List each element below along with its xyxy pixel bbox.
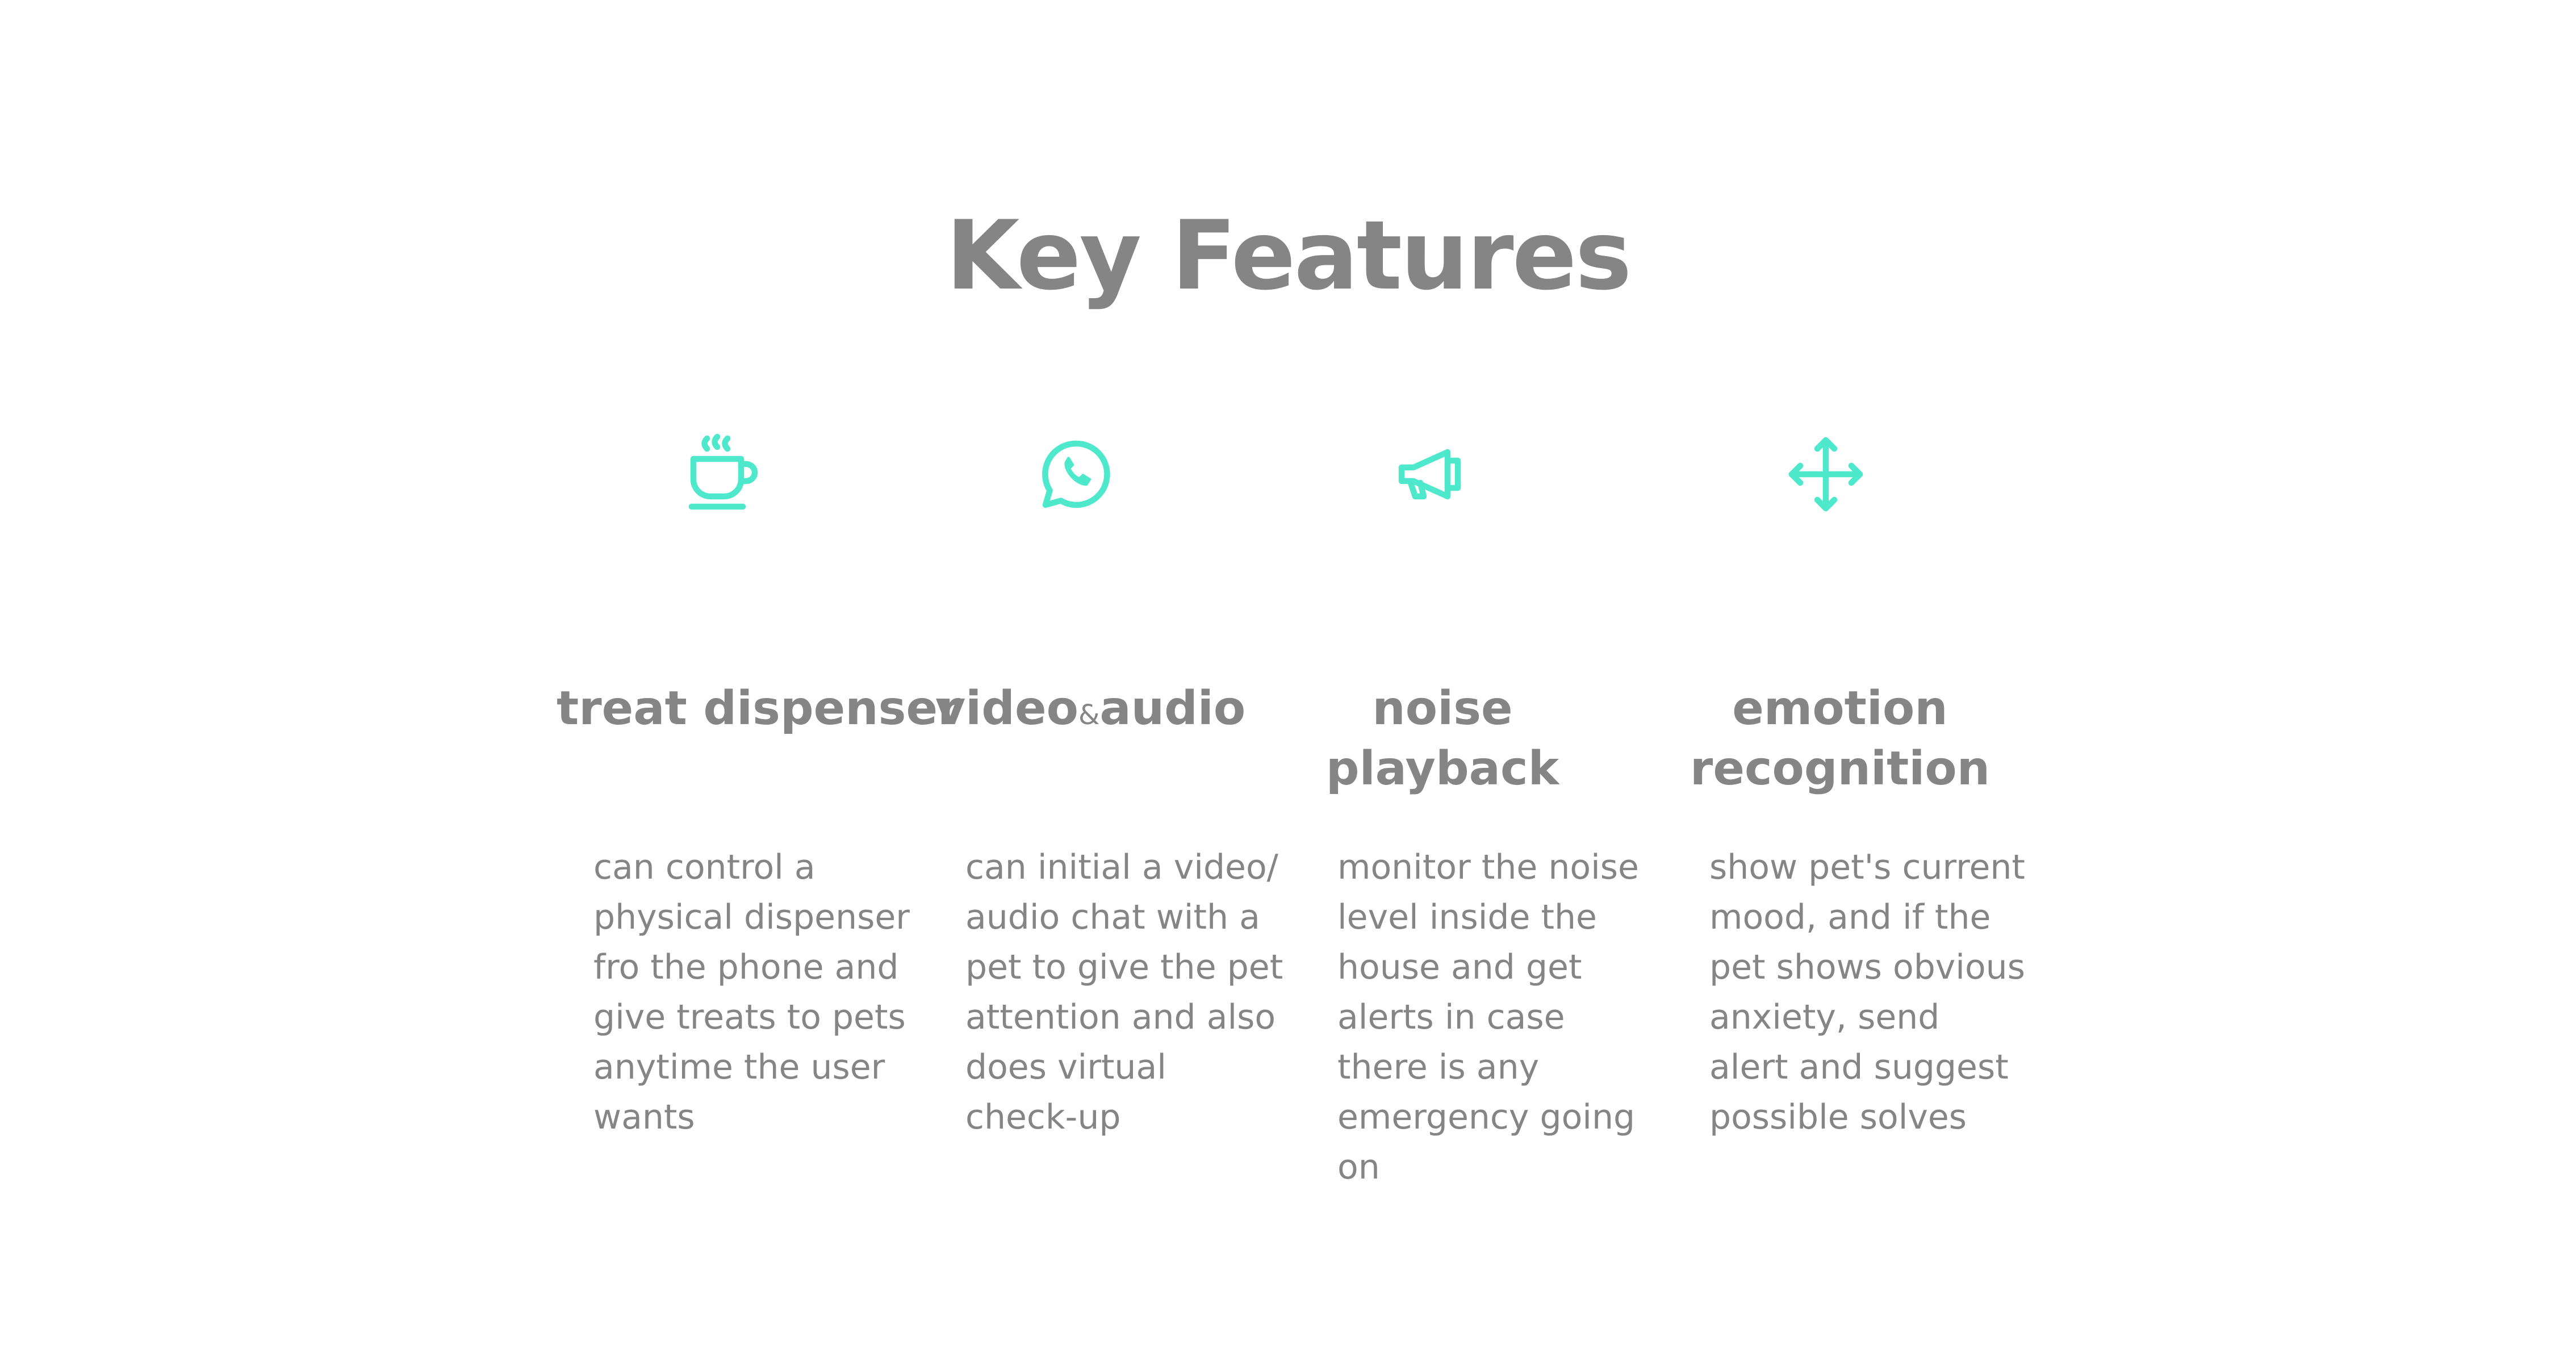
coffee-cup-icon (681, 432, 767, 517)
whatsapp-phone-chat-icon (1034, 432, 1119, 517)
move-arrows-icon (1783, 432, 1868, 517)
feature-description-emotion-recognition: show pet's current mood, and if the pet … (1709, 847, 2025, 1137)
feature-title-noise-playback: noise playback (1325, 682, 1559, 796)
feature-title-video-audio: video&audio (935, 682, 1246, 736)
feature-description-video-audio: can initial a video/ audio chat with a p… (965, 847, 1283, 1137)
feature-description-noise-playback: monitor the noise level inside the house… (1337, 847, 1639, 1187)
feature-title-treat-dispenser: treat dispenser (557, 682, 961, 736)
feature-description-treat-dispenser: can control a physical dispenser fro the… (593, 847, 910, 1137)
megaphone-icon (1391, 432, 1477, 517)
page-title: Key Features (946, 200, 1632, 311)
feature-title-emotion-recognition: emotion recognition (1690, 682, 1990, 796)
